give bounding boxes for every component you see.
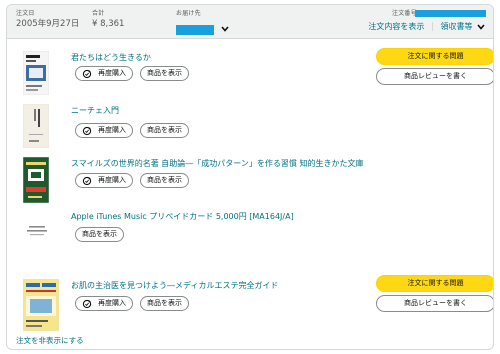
order-date: 2005年9月27日 [16,19,80,29]
order-issue-button[interactable]: 注文に関する問題 [376,275,493,292]
product-image[interactable] [23,104,49,148]
product-image[interactable] [23,217,51,245]
rebuy-button[interactable]: 再度購入 [75,173,133,188]
order-number-redacted [415,10,486,17]
order-number-block: 注文番号 [392,10,417,18]
order-issue-button[interactable]: 注文に関する問題 [376,48,493,65]
view-item-button[interactable]: 商品を表示 [75,227,124,242]
rebuy-button[interactable]: 再度購入 [75,123,133,138]
view-item-label: 商品を表示 [147,299,182,307]
rebuy-icon [82,69,92,78]
chevron-down-icon[interactable] [477,23,485,30]
rebuy-label: 再度購入 [98,69,126,77]
ship-to-label: お届け先 [176,10,201,17]
product-image[interactable] [23,279,59,331]
order-total-block: 合計 ¥ 8,361 [92,10,124,30]
ship-to-redacted-name[interactable] [176,24,214,35]
rebuy-button[interactable]: 再度購入 [75,66,133,81]
chevron-down-icon[interactable] [221,25,229,32]
item-title-link[interactable]: スマイルズの世界的名著 自助論―「成功パターン」を作る習慣 知的生きかた文庫 [71,158,363,169]
order-total-label: 合計 [92,10,105,17]
rebuy-icon [82,126,92,135]
view-item-button[interactable]: 商品を表示 [140,173,189,188]
write-review-button[interactable]: 商品レビューを書く [376,68,493,85]
hide-order-link[interactable]: 注文を非表示にする [16,335,84,346]
order-number-label: 注文番号 [392,10,417,17]
rebuy-icon [82,176,92,185]
view-item-label: 商品を表示 [147,126,182,134]
rebuy-label: 再度購入 [98,176,126,184]
order-header: 注文日 2005年9月27日 合計 ¥ 8,361 お届け先 注文番号 注文内容… [7,5,493,39]
view-item-button[interactable]: 商品を表示 [140,296,189,311]
item-title-link[interactable]: お肌の主治医を見つけよう―メディカルエステ完全ガイド [71,280,278,291]
view-item-label: 商品を表示 [147,69,182,77]
product-image[interactable] [23,157,49,203]
product-image[interactable] [23,51,49,95]
view-item-button[interactable]: 商品を表示 [140,66,189,81]
order-card: 注文日 2005年9月27日 合計 ¥ 8,361 お届け先 注文番号 注文内容… [6,4,494,350]
item-title-link[interactable]: ニーチェ入門 [71,105,119,116]
view-item-label: 商品を表示 [82,230,117,238]
link-divider [431,22,433,31]
rebuy-icon [82,299,92,308]
rebuy-button[interactable]: 再度購入 [75,296,133,311]
order-details-link[interactable]: 注文内容を表示 [368,22,424,31]
write-review-button[interactable]: 商品レビューを書く [376,295,493,312]
view-item-button[interactable]: 商品を表示 [140,123,189,138]
order-date-block: 注文日 2005年9月27日 [16,10,79,30]
ship-to-block[interactable]: お届け先 [176,10,229,37]
receipt-link[interactable]: 領収書等 [440,22,472,31]
view-item-label: 商品を表示 [147,176,182,184]
order-header-links: 注文内容を表示 領収書等 [368,21,485,33]
rebuy-label: 再度購入 [98,126,126,134]
order-date-label: 注文日 [16,10,35,17]
rebuy-label: 再度購入 [98,299,126,307]
order-total: ¥ 8,361 [92,19,125,29]
item-title-link[interactable]: 君たちはどう生きるか [71,52,151,63]
item-title-link[interactable]: Apple iTunes Music プリペイドカード 5,000円 [MA16… [71,211,294,222]
